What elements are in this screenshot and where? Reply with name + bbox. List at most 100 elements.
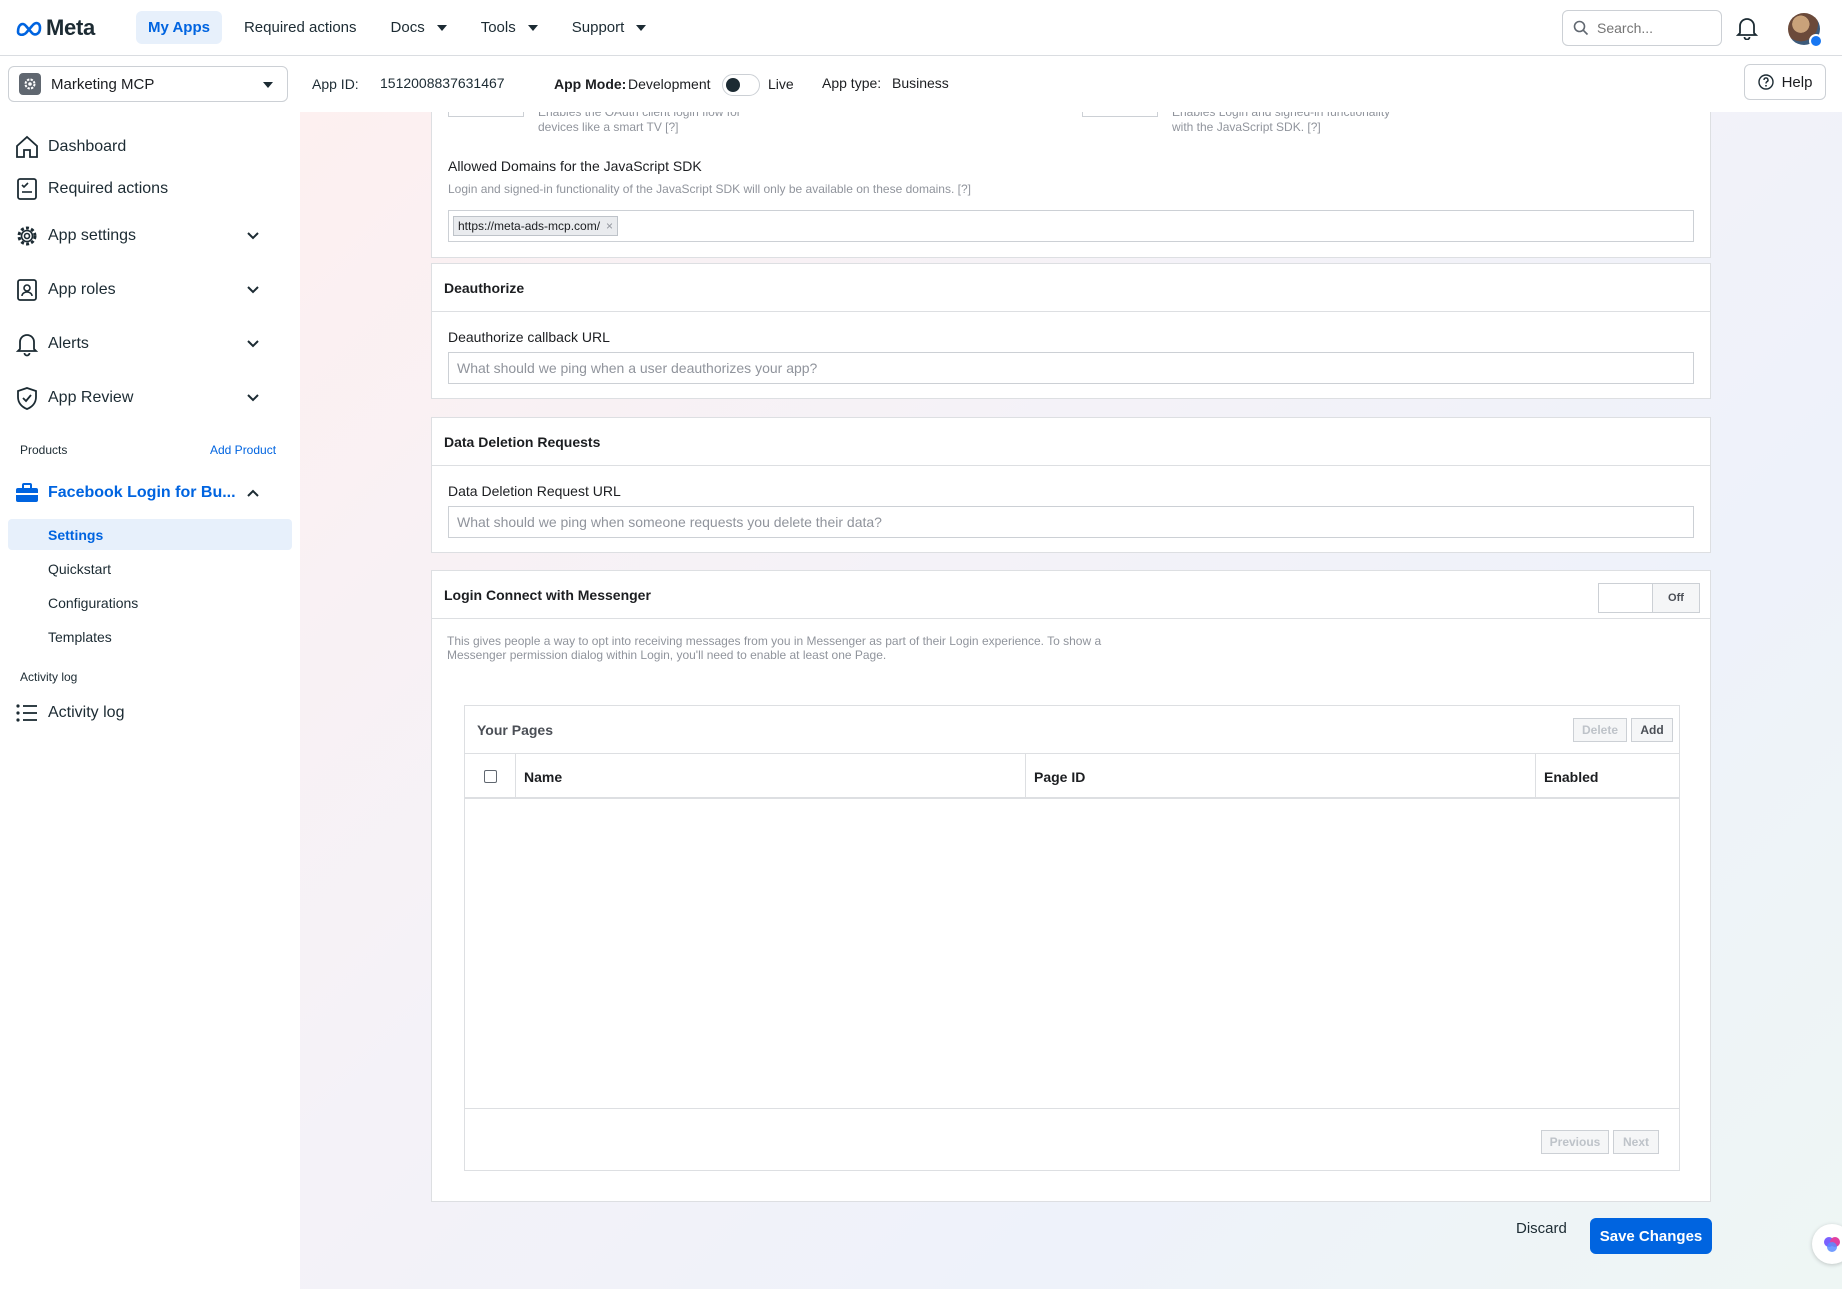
sidebar-item-alerts[interactable]: Alerts xyxy=(14,331,282,357)
app-mode-toggle[interactable] xyxy=(722,74,760,96)
caret-down-icon xyxy=(436,24,447,31)
facebook-badge-icon xyxy=(1809,34,1823,48)
products-section-label: Products xyxy=(20,443,68,457)
meta-infinity-icon xyxy=(16,21,42,36)
your-pages-header: Your Pages Delete Add xyxy=(465,706,1679,754)
allowed-domains-hint: Login and signed-in functionality of the… xyxy=(448,182,971,196)
search-icon xyxy=(1573,20,1589,36)
sidebar-item-label: App settings xyxy=(48,227,137,244)
sidebar-item-dashboard[interactable]: Dashboard xyxy=(14,134,282,160)
sidebar-item-facebook-login[interactable]: Facebook Login for Bu... xyxy=(14,482,282,504)
deauthorize-callback-input[interactable]: What should we ping when a user deauthor… xyxy=(448,352,1694,384)
data-deletion-url-input[interactable]: What should we ping when someone request… xyxy=(448,506,1694,538)
chevron-down-icon xyxy=(247,394,259,402)
previous-button[interactable]: Previous xyxy=(1541,1130,1609,1154)
toggle-state-label: Off xyxy=(1653,584,1699,612)
caret-down-icon xyxy=(263,82,273,88)
sidebar-item-label: Alerts xyxy=(48,335,89,352)
brain-icon xyxy=(1824,1237,1840,1252)
help-mark[interactable]: [?] xyxy=(665,120,678,134)
messenger-toggle[interactable]: Off xyxy=(1598,583,1700,613)
nav-support[interactable]: Support xyxy=(560,11,659,44)
select-all-checkbox[interactable] xyxy=(483,770,497,783)
nav-tools-label: Tools xyxy=(480,19,516,36)
meta-wordmark: Meta xyxy=(46,14,95,40)
app-id-value: 1512008837631467 xyxy=(380,75,505,91)
device-login-hint: Enables the OAuth client login flow for … xyxy=(538,112,741,135)
nav-tools[interactable]: Tools xyxy=(469,11,550,44)
nav-my-apps[interactable]: My Apps xyxy=(136,11,222,44)
profile-avatar[interactable] xyxy=(1788,13,1823,48)
device-login-toggle[interactable] xyxy=(448,112,524,117)
sidebar-item-app-settings[interactable]: App settings xyxy=(14,223,282,249)
js-sdk-hint-line1: Enables Login and signed-in functionalit… xyxy=(1172,112,1391,119)
next-button[interactable]: Next xyxy=(1613,1130,1659,1154)
bell-icon xyxy=(1735,18,1759,41)
deauthorize-callback-label: Deauthorize callback URL xyxy=(448,329,610,345)
app-mode-label: App Mode: xyxy=(554,76,627,92)
domain-chip-text: https://meta-ads-mcp.com/ xyxy=(458,219,601,233)
deauthorize-panel: Deauthorize Deauthorize callback URL Wha… xyxy=(431,263,1711,399)
chevron-down-icon xyxy=(247,286,259,294)
messenger-description-line1: This gives people a way to opt into rece… xyxy=(447,634,1102,648)
nav-support-label: Support xyxy=(571,19,625,36)
sidebar-subitem-quickstart[interactable]: Quickstart xyxy=(8,553,292,584)
sidebar-item-label: App Review xyxy=(48,389,134,406)
sidebar-item-label: App roles xyxy=(48,281,116,298)
app-name: Marketing MCP xyxy=(51,75,155,93)
delete-button[interactable]: Delete xyxy=(1573,718,1627,742)
close-icon[interactable]: × xyxy=(606,219,613,233)
messenger-description-line2: Messenger permission dialog within Login… xyxy=(447,648,887,662)
search-box[interactable] xyxy=(1562,10,1722,46)
meta-logo[interactable]: Meta xyxy=(16,15,136,41)
sidebar-item-required-actions[interactable]: Required actions xyxy=(14,176,282,202)
messenger-panel-header: Login Connect with Messenger Off xyxy=(432,571,1710,619)
nav-docs-label: Docs xyxy=(390,19,425,36)
checklist-icon xyxy=(17,178,37,200)
messenger-description: This gives people a way to opt into rece… xyxy=(447,634,1101,662)
help-button[interactable]: Help xyxy=(1744,64,1826,100)
sidebar-product-label: Facebook Login for Bu... xyxy=(48,484,236,501)
save-changes-button[interactable]: Save Changes xyxy=(1590,1218,1712,1254)
caret-down-icon xyxy=(636,24,647,31)
caret-down-icon xyxy=(527,24,538,31)
search-input[interactable] xyxy=(1597,20,1717,36)
top-navigation: Meta My Apps Required actions Docs Tools… xyxy=(0,0,1842,56)
app-type-label: App type: xyxy=(822,75,882,91)
assistant-launcher[interactable] xyxy=(1812,1224,1842,1264)
sidebar-subitem-templates[interactable]: Templates xyxy=(8,621,292,652)
app-selector[interactable]: Marketing MCP xyxy=(8,66,288,102)
id-badge-icon xyxy=(17,279,37,301)
allowed-domains-label: Allowed Domains for the JavaScript SDK xyxy=(448,158,702,174)
column-header-enabled[interactable]: Enabled xyxy=(1535,754,1681,799)
domain-chip: https://meta-ads-mcp.com/ × xyxy=(453,216,619,236)
allowed-domains-input[interactable]: https://meta-ads-mcp.com/ × xyxy=(448,210,1694,242)
nav-docs[interactable]: Docs xyxy=(379,11,459,44)
sidebar-item-activity-log[interactable]: Activity log xyxy=(14,702,282,724)
sidebar-item-label: Required actions xyxy=(48,180,169,197)
nav-required-actions[interactable]: Required actions xyxy=(232,11,369,44)
sidebar-item-app-review[interactable]: App Review xyxy=(14,385,282,411)
briefcase-icon xyxy=(16,483,38,502)
sidebar-subitem-configurations[interactable]: Configurations xyxy=(8,587,292,618)
discard-button[interactable]: Discard xyxy=(1516,1220,1567,1237)
table-header-row: Name Page ID Enabled xyxy=(465,754,1679,799)
deauthorize-title: Deauthorize xyxy=(432,264,1710,312)
your-pages-table: Your Pages Delete Add Name Page ID Enabl… xyxy=(464,705,1680,1171)
help-mark[interactable]: [?] xyxy=(1307,120,1320,134)
add-button[interactable]: Add xyxy=(1631,718,1673,742)
help-label: Help xyxy=(1781,73,1813,91)
column-header-page-id[interactable]: Page ID xyxy=(1025,754,1535,799)
device-login-hint-line2: devices like a smart TV xyxy=(538,120,662,134)
add-product-link[interactable]: Add Product xyxy=(210,443,276,457)
js-sdk-login-toggle[interactable] xyxy=(1082,112,1158,117)
app-mode-live-label: Live xyxy=(768,76,794,92)
allowed-domains-hint-text: Login and signed-in functionality of the… xyxy=(448,182,955,196)
sidebar-subitem-settings[interactable]: Settings xyxy=(8,519,292,550)
main-content: Enables the OAuth client login flow for … xyxy=(300,112,1842,1289)
notifications-button[interactable] xyxy=(1735,16,1759,45)
column-header-name[interactable]: Name xyxy=(515,754,1025,799)
sidebar-item-app-roles[interactable]: App roles xyxy=(14,277,282,303)
help-mark[interactable]: [?] xyxy=(958,182,971,196)
home-icon xyxy=(16,135,38,158)
